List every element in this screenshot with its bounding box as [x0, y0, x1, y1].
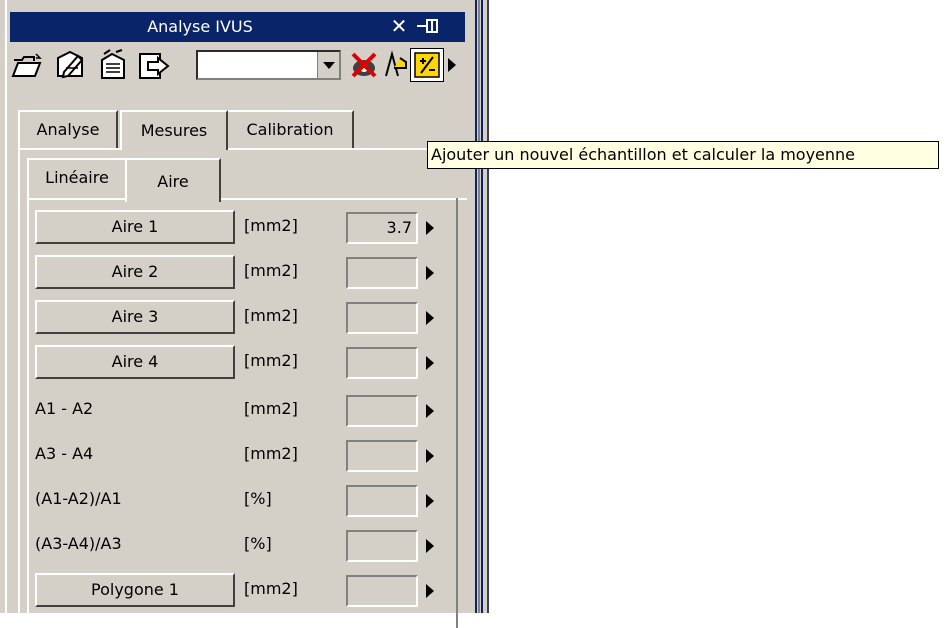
- value-field: [346, 575, 418, 607]
- measure-row: Polygone 1 [mm2]: [0, 573, 467, 609]
- edit-icon[interactable]: [54, 48, 88, 82]
- tooltip: Ajouter un nouvel échantillon et calcule…: [427, 141, 939, 169]
- row-menu-arrow-icon[interactable]: [426, 404, 434, 418]
- open-folder-icon[interactable]: [10, 48, 44, 82]
- combo-box[interactable]: [196, 50, 341, 80]
- measure-button[interactable]: Polygone 1: [35, 573, 235, 607]
- measure-row: Aire 4 [mm2]: [0, 345, 467, 381]
- row-menu-arrow-icon[interactable]: [426, 356, 434, 370]
- unit-label: [mm2]: [244, 579, 298, 598]
- value-field: [346, 485, 418, 517]
- tab-analyse[interactable]: Analyse: [18, 110, 118, 148]
- chevron-down-icon[interactable]: [317, 52, 339, 78]
- value-field: [346, 347, 418, 379]
- no-view-icon[interactable]: [347, 48, 381, 82]
- unit-label: [mm2]: [244, 261, 298, 280]
- add-sample-icon[interactable]: [410, 48, 444, 82]
- tab-calibration[interactable]: Calibration: [226, 110, 354, 148]
- measure-row: (A1-A2)/A1 [%]: [0, 483, 467, 519]
- delete-icon[interactable]: [96, 48, 130, 82]
- measure-label: (A1-A2)/A1: [35, 489, 122, 508]
- measure-button[interactable]: Aire 4: [35, 345, 235, 379]
- measure-button[interactable]: Aire 3: [35, 300, 235, 334]
- measure-label: (A3-A4)/A3: [35, 534, 122, 553]
- more-arrow-icon[interactable]: [448, 58, 456, 72]
- tab-mesures[interactable]: Mesures: [120, 110, 228, 150]
- splitter[interactable]: [467, 0, 489, 613]
- unit-label: [mm2]: [244, 444, 298, 463]
- zoom-icon[interactable]: [378, 48, 412, 82]
- value-field: 3.7: [346, 212, 418, 244]
- export-icon[interactable]: [136, 48, 170, 82]
- measure-row: Aire 3 [mm2]: [0, 300, 467, 336]
- value-field: [346, 257, 418, 289]
- row-menu-arrow-icon[interactable]: [426, 311, 434, 325]
- unit-label: [mm2]: [244, 216, 298, 235]
- unit-label: [mm2]: [244, 399, 298, 418]
- measure-row: A1 - A2 [mm2]: [0, 393, 467, 429]
- value-field: [346, 440, 418, 472]
- title-bar[interactable]: Analyse IVUS ✕: [10, 12, 465, 42]
- tab-lineaire[interactable]: Linéaire: [27, 158, 127, 198]
- row-menu-arrow-icon[interactable]: [426, 494, 434, 508]
- row-menu-arrow-icon[interactable]: [426, 539, 434, 553]
- measure-rows: Aire 1 [mm2] 3.7 Aire 2 [mm2] Aire 3 [mm2] Aire…: [0, 210, 467, 613]
- measure-row: (A3-A4)/A3 [%]: [0, 528, 467, 564]
- pin-icon[interactable]: [414, 15, 444, 37]
- unit-label: [mm2]: [244, 351, 298, 370]
- unit-label: [mm2]: [244, 306, 298, 325]
- measure-label: A1 - A2: [35, 399, 94, 418]
- row-menu-arrow-icon[interactable]: [426, 221, 434, 235]
- measure-button[interactable]: Aire 2: [35, 255, 235, 289]
- tab-aire[interactable]: Aire: [125, 158, 221, 202]
- sub-frame-line: [221, 198, 468, 200]
- value-field: [346, 302, 418, 334]
- window-title: Analyse IVUS: [147, 17, 253, 36]
- value-field: [346, 530, 418, 562]
- toolbar: [10, 48, 465, 96]
- measure-row: Aire 1 [mm2] 3.7: [0, 210, 467, 246]
- ivus-panel: Analyse IVUS ✕ Analyse Mesures Calibrati…: [0, 0, 468, 628]
- measure-label: A3 - A4: [35, 444, 94, 463]
- row-menu-arrow-icon[interactable]: [426, 266, 434, 280]
- row-menu-arrow-icon[interactable]: [426, 449, 434, 463]
- sub-frame-line: [27, 198, 125, 200]
- measure-button[interactable]: Aire 1: [35, 210, 235, 244]
- row-menu-arrow-icon[interactable]: [426, 584, 434, 598]
- unit-label: [%]: [244, 534, 272, 553]
- value-field: [346, 395, 418, 427]
- close-icon[interactable]: ✕: [388, 15, 410, 37]
- unit-label: [%]: [244, 489, 272, 508]
- measure-row: A3 - A4 [mm2]: [0, 438, 467, 474]
- measure-row: Aire 2 [mm2]: [0, 255, 467, 291]
